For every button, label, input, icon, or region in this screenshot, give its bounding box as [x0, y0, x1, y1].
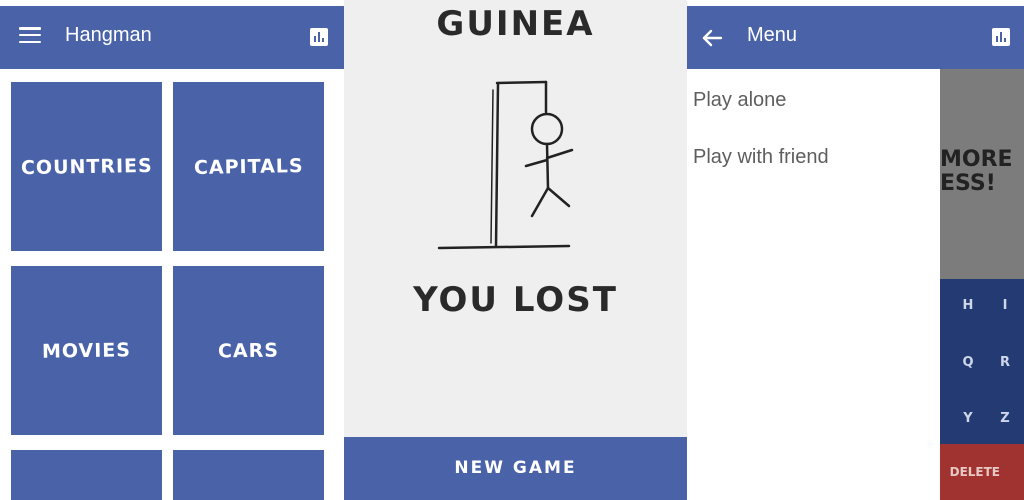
background-word-text: MORE ESS!: [940, 148, 1024, 196]
navigation-drawer: Play alone Play with friend: [687, 69, 940, 500]
keyboard-key[interactable]: H: [950, 279, 986, 331]
category-label: CARS: [217, 338, 280, 363]
category-screen: Hangman COUNTRIES CAPITALS MOVIES CARS: [0, 0, 344, 500]
drawer-app-bar: Menu: [687, 6, 1024, 69]
arrow-left-icon[interactable]: [701, 28, 723, 48]
category-tile[interactable]: [11, 450, 162, 500]
background-text-line: MORE: [940, 148, 1013, 172]
hangman-right-arm: [545, 148, 574, 160]
hidden-word: GUINEA: [436, 4, 595, 44]
category-label: MOVIES: [41, 338, 132, 363]
app-title: Hangman: [65, 24, 152, 46]
menu-item-play-with-friend[interactable]: Play with friend: [693, 146, 829, 169]
game-over-screen: GUINEA YOU LOST NEW GAME: [344, 0, 687, 500]
bar-chart-icon[interactable]: [310, 28, 328, 46]
gallows-beam: [495, 80, 548, 85]
hamburger-icon[interactable]: [19, 27, 41, 44]
category-tile[interactable]: [173, 450, 324, 500]
keyboard-key[interactable]: R: [987, 336, 1023, 388]
result-message: YOU LOST: [413, 280, 618, 320]
app-bar: Hangman: [0, 6, 344, 69]
category-tile-capitals[interactable]: CAPITALS: [173, 82, 324, 251]
hangman-left-arm: [524, 158, 549, 168]
category-tile-countries[interactable]: COUNTRIES: [11, 82, 162, 251]
category-label: COUNTRIES: [20, 154, 153, 179]
category-tile-cars[interactable]: CARS: [173, 266, 324, 435]
bar-chart-icon[interactable]: [992, 28, 1010, 46]
hangman-head: [530, 112, 564, 146]
drawer-title: Menu: [747, 24, 798, 46]
category-tile-movies[interactable]: MOVIES: [11, 266, 162, 435]
keyboard-key[interactable]: Q: [950, 336, 986, 388]
hangman-right-leg: [546, 186, 571, 208]
gallows-base: [437, 244, 571, 250]
new-game-button[interactable]: NEW GAME: [344, 437, 687, 500]
keyboard-key[interactable]: I: [987, 279, 1023, 331]
delete-key[interactable]: DELETE: [940, 444, 1000, 500]
menu-screen: MORE ESS! H I Q R Y Z DELETE Menu Play a…: [687, 0, 1024, 500]
hangman-left-leg: [530, 186, 550, 218]
hangman-drawing: [437, 80, 574, 250]
keyboard-key[interactable]: Y: [950, 392, 986, 444]
menu-item-play-alone[interactable]: Play alone: [693, 89, 786, 112]
keyboard-key[interactable]: Z: [987, 392, 1023, 444]
category-label: CAPITALS: [193, 154, 304, 179]
hangman-body: [545, 142, 550, 190]
gallows-post: [494, 82, 500, 248]
background-text-line: ESS!: [940, 171, 996, 196]
